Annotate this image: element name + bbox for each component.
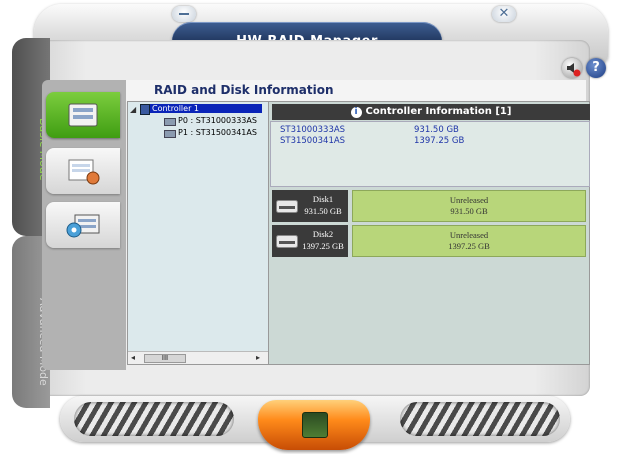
scroll-right-icon[interactable]: ▸ — [256, 353, 260, 362]
info-size: 931.50 GB — [414, 125, 459, 135]
close-button[interactable]: ✕ — [492, 6, 516, 22]
disk-status-bar[interactable]: Unreleased 931.50 GB — [352, 190, 586, 222]
panel-title: RAID and Disk Information — [154, 83, 334, 97]
controller-info-header: i Controller Information [1] — [272, 104, 590, 120]
left-grille — [74, 402, 234, 436]
disk-icon — [164, 130, 176, 138]
speaker-icon — [567, 63, 581, 77]
disk-label: Disk2 — [312, 229, 334, 239]
info-model: ST31000333AS — [280, 125, 346, 135]
hard-drive-icon — [276, 235, 298, 248]
nav-configuration[interactable] — [46, 202, 120, 248]
disk-status-size: 1397.25 GB — [448, 241, 490, 251]
tree-collapse-icon[interactable]: ◢ — [130, 105, 136, 114]
minimize-button[interactable] — [172, 6, 196, 22]
gear-disk-icon — [66, 214, 100, 238]
sound-muted-icon[interactable] — [562, 58, 582, 78]
nav-column — [42, 80, 126, 370]
device-tree[interactable]: ◢ Controller 1 P0 : ST31000333AS P1 : ST… — [127, 101, 269, 365]
nav-raid-disk-info[interactable] — [46, 92, 120, 138]
disk-status-size: 931.50 GB — [450, 206, 488, 216]
disk-status-text: Unreleased — [449, 230, 489, 240]
close-icon: ✕ — [498, 6, 510, 21]
right-grille — [400, 402, 560, 436]
disk-size: 931.50 GB — [304, 206, 342, 216]
disk-size: 1397.25 GB — [302, 241, 344, 251]
tree-horizontal-scrollbar[interactable]: ◂ III ▸ — [128, 351, 268, 364]
scroll-thumb[interactable]: III — [144, 354, 186, 363]
nav-raid-settings[interactable] — [46, 148, 120, 194]
disk-card[interactable]: Disk2 1397.25 GB — [272, 225, 348, 257]
controller-icon — [140, 104, 150, 115]
info-icon: i — [350, 107, 362, 118]
scroll-left-icon[interactable]: ◂ — [131, 353, 135, 362]
home-button[interactable] — [258, 400, 370, 450]
info-size: 1397.25 GB — [414, 136, 465, 146]
help-button[interactable]: ? — [586, 58, 606, 78]
info-model: ST31500341AS — [280, 136, 346, 146]
controller-info-title: Controller Information [1] — [365, 106, 512, 117]
disk-label: Disk1 — [312, 194, 334, 204]
disk-status-text: Unreleased — [449, 195, 489, 205]
disk-info-icon — [68, 103, 98, 127]
disk-card[interactable]: Disk1 931.50 GB — [272, 190, 348, 222]
disk-status-bar[interactable]: Unreleased 1397.25 GB — [352, 225, 586, 257]
minimize-icon — [179, 13, 189, 15]
help-icon: ? — [592, 60, 600, 75]
disk-icon — [164, 118, 176, 126]
tree-item-disk[interactable]: P1 : ST31500341AS — [178, 128, 257, 137]
tree-item-controller[interactable]: Controller 1 — [150, 104, 262, 113]
raid-settings-icon — [68, 159, 100, 185]
hard-drive-icon — [276, 200, 298, 213]
board-icon — [302, 412, 328, 438]
tree-item-disk[interactable]: P0 : ST31000333AS — [178, 116, 257, 125]
